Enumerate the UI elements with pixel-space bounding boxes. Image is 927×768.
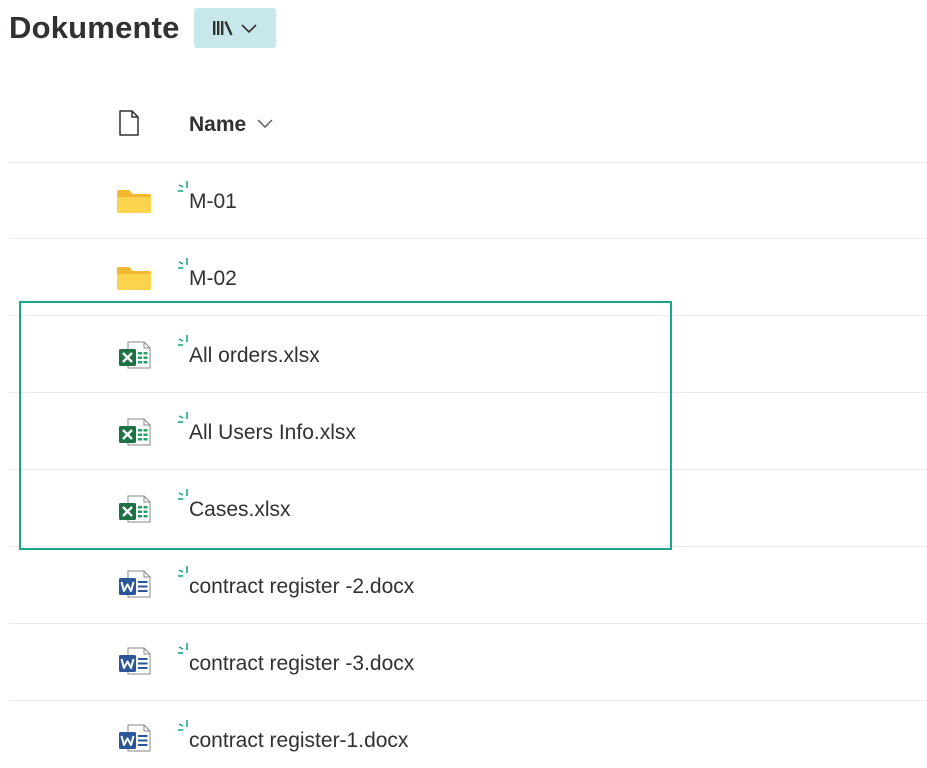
item-name-link[interactable]: contract register-1.docx [189, 728, 408, 754]
column-header-row: Name [9, 86, 927, 163]
word-file-icon [116, 723, 152, 758]
item-name-link[interactable]: contract register -2.docx [189, 574, 414, 600]
excel-file-icon [116, 494, 152, 529]
excel-file-icon [116, 340, 152, 375]
excel-file-icon [116, 417, 152, 452]
chevron-down-icon [256, 116, 274, 134]
page-title: Dokumente [9, 10, 180, 45]
item-name-link[interactable]: M-01 [189, 189, 237, 215]
folder-icon [116, 265, 152, 296]
item-name-link[interactable]: Cases.xlsx [189, 497, 291, 523]
list-item[interactable]: Cases.xlsx [9, 470, 927, 547]
word-file-icon [116, 569, 152, 604]
list-item[interactable]: contract register -3.docx [9, 624, 927, 701]
folder-icon [116, 188, 152, 219]
item-name-link[interactable]: All orders.xlsx [189, 343, 320, 369]
item-name-link[interactable]: M-02 [189, 266, 237, 292]
library-icon [212, 19, 234, 37]
list-item[interactable]: M-02 [9, 239, 927, 316]
name-column-header[interactable]: Name [189, 112, 274, 138]
item-name-link[interactable]: All Users Info.xlsx [189, 420, 356, 446]
list-item[interactable]: contract register-1.docx [9, 701, 927, 768]
name-column-label: Name [189, 113, 247, 136]
item-name-link[interactable]: contract register -3.docx [189, 651, 414, 677]
document-icon[interactable] [118, 110, 140, 141]
library-header: Dokumente [9, 8, 276, 48]
list-item[interactable]: All orders.xlsx [9, 316, 927, 393]
list-item[interactable]: contract register -2.docx [9, 547, 927, 624]
view-switcher-button[interactable] [193, 8, 276, 48]
word-file-icon [116, 646, 152, 681]
chevron-down-icon [240, 22, 258, 34]
list-item[interactable]: All Users Info.xlsx [9, 393, 927, 470]
document-library: Dokumente Name M-01 M-02 All orders.xlsx… [0, 0, 927, 768]
list-item[interactable]: M-01 [9, 162, 927, 239]
